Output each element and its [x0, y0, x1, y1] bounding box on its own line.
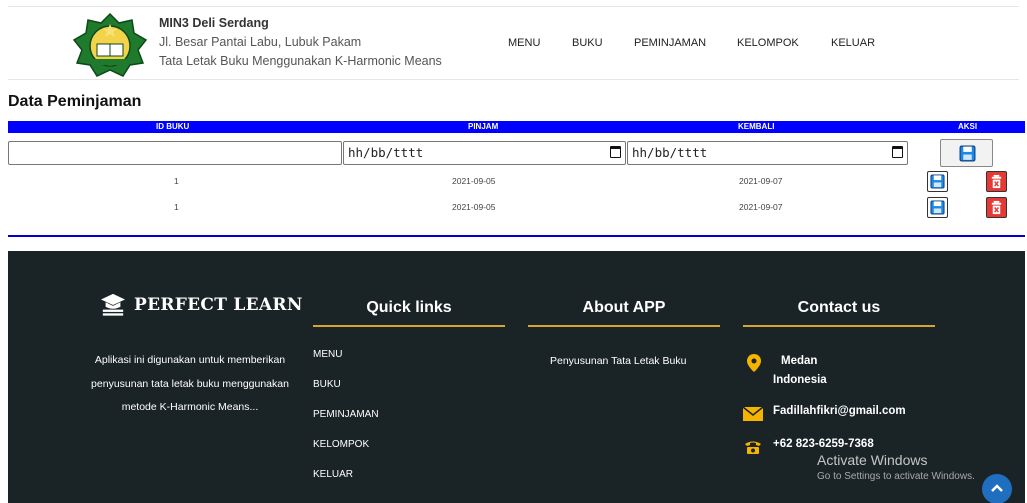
floppy-disk-icon [930, 174, 945, 189]
main-nav: MENU BUKU PEMINJAMAN KELOMPOK KELUAR [508, 37, 875, 49]
kembali-date-input[interactable]: hh/bb/tttt [627, 141, 908, 165]
brand-name: PERFECT LEARN [134, 295, 303, 315]
pinjam-date-placeholder: hh/bb/tttt [348, 145, 424, 160]
quick-link-kelompok[interactable]: KELOMPOK [313, 439, 379, 469]
table-header: ID BUKU PINJAM KEMBALI AKSI [8, 121, 1025, 133]
kembali-date-placeholder: hh/bb/tttt [632, 145, 708, 160]
page-title: Data Peminjaman [8, 93, 142, 110]
email-address: Fadillahfikri@gmail.com [773, 405, 906, 417]
contact-title: Contact us [797, 299, 881, 316]
nav-buku[interactable]: BUKU [572, 37, 634, 49]
activate-windows-title: Activate Windows [817, 452, 928, 468]
quick-link-menu[interactable]: MENU [313, 349, 379, 379]
cell-id-buku: 1 [174, 202, 179, 212]
nav-menu[interactable]: MENU [508, 37, 572, 49]
quick-link-buku[interactable]: BUKU [313, 379, 379, 409]
footer-brand: PERFECT LEARN [100, 293, 303, 317]
about-title: About APP [582, 299, 666, 316]
about-text: Penyusunan Tata Letak Buku [550, 355, 687, 367]
column-header-aksi: AKSI [958, 122, 978, 131]
quick-links-title: Quick links [366, 299, 452, 316]
cell-kembali: 2021-09-07 [739, 176, 783, 186]
quick-links-underline [313, 325, 505, 327]
trash-icon [991, 174, 1002, 189]
section-divider [8, 235, 1025, 237]
location-city: Medan [781, 355, 818, 367]
envelope-icon [743, 407, 763, 421]
floppy-disk-icon [959, 145, 976, 162]
edit-button[interactable] [927, 171, 948, 192]
nav-keluar[interactable]: KELUAR [831, 37, 875, 49]
app-subtitle: Tata Letak Buku Menggunakan K-Harmonic M… [159, 54, 442, 68]
cell-kembali: 2021-09-07 [739, 202, 783, 212]
quick-link-keluar[interactable]: KELUAR [313, 469, 379, 499]
location-pin-icon [747, 354, 761, 372]
quick-link-peminjaman[interactable]: PEMINJAMAN [313, 409, 379, 439]
column-header-id-buku: ID BUKU [156, 122, 190, 131]
table-row: 1 2021-09-05 2021-09-07 [8, 171, 1025, 191]
id-buku-input[interactable] [8, 141, 342, 165]
activate-windows-subtitle: Go to Settings to activate Windows. [817, 471, 975, 482]
delete-button[interactable] [986, 197, 1007, 218]
contact-underline [743, 325, 935, 327]
telephone-icon [745, 441, 761, 454]
about-underline [528, 325, 720, 327]
calendar-icon[interactable] [892, 146, 903, 158]
save-button[interactable] [940, 139, 993, 167]
table-row: 1 2021-09-05 2021-09-07 [8, 197, 1025, 217]
school-logo-icon [72, 12, 148, 77]
chevron-up-icon [991, 484, 1003, 492]
quick-links-list: MENU BUKU PEMINJAMAN KELOMPOK KELUAR [313, 349, 379, 499]
floppy-disk-icon [930, 200, 945, 215]
graduation-cap-book-icon [101, 293, 125, 316]
scroll-to-top-button[interactable] [982, 474, 1012, 503]
column-header-kembali: KEMBALI [738, 122, 775, 131]
cell-pinjam: 2021-09-05 [452, 202, 496, 212]
location-country: Indonesia [773, 374, 827, 386]
edit-button[interactable] [927, 197, 948, 218]
phone-number: +62 823-6259-7368 [773, 438, 874, 450]
nav-kelompok[interactable]: KELOMPOK [737, 37, 831, 49]
footer-description: Aplikasi ini digunakan untuk memberikan … [91, 354, 289, 413]
top-header: MIN3 Deli Serdang Jl. Besar Pantai Labu,… [8, 6, 1019, 80]
school-name: MIN3 Deli Serdang [159, 16, 269, 30]
delete-button[interactable] [986, 171, 1007, 192]
cell-pinjam: 2021-09-05 [452, 176, 496, 186]
school-address: Jl. Besar Pantai Labu, Lubuk Pakam [159, 35, 362, 49]
nav-peminjaman[interactable]: PEMINJAMAN [634, 37, 737, 49]
calendar-icon[interactable] [610, 146, 621, 158]
trash-icon [991, 200, 1002, 215]
column-header-pinjam: PINJAM [468, 122, 499, 131]
cell-id-buku: 1 [174, 176, 179, 186]
pinjam-date-input[interactable]: hh/bb/tttt [343, 141, 626, 165]
